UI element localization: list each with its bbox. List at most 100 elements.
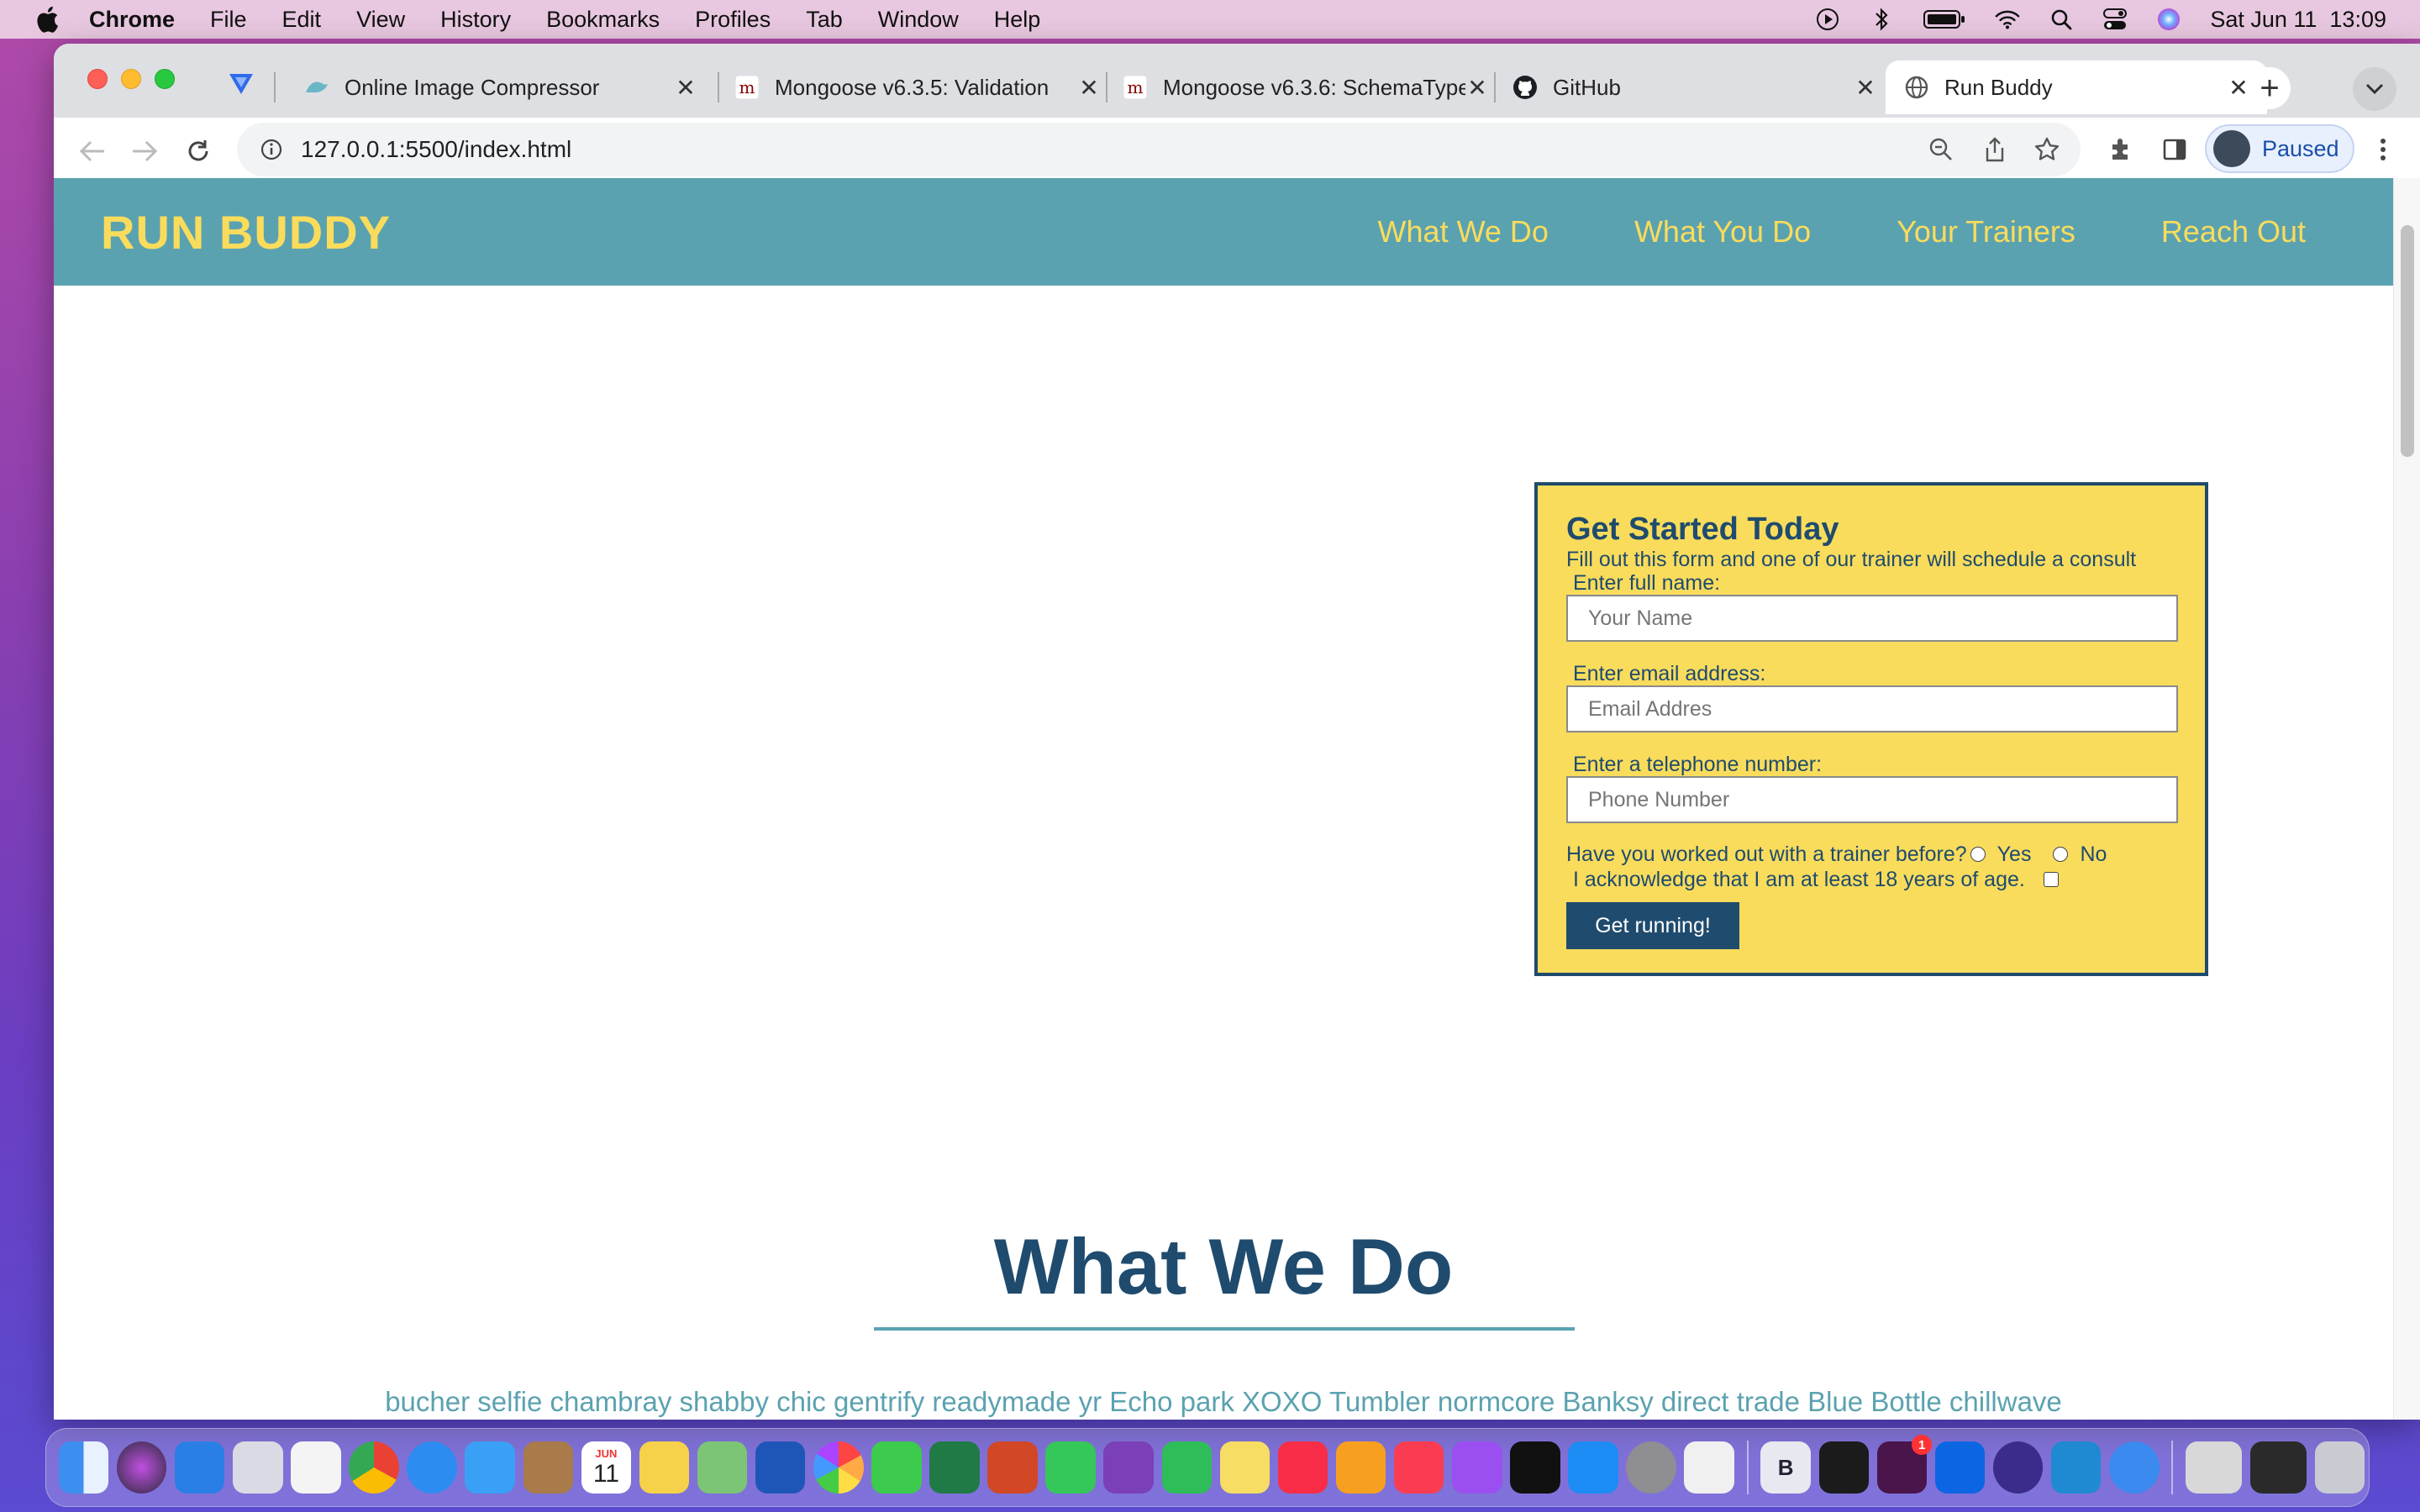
new-tab-button[interactable]: + — [2249, 67, 2291, 109]
trainer-no-radio[interactable] — [2053, 847, 2069, 862]
nav-what-we-do[interactable]: What We Do — [1378, 214, 1549, 249]
menu-tab[interactable]: Tab — [806, 7, 843, 33]
close-tab-icon[interactable]: ✕ — [2227, 75, 2250, 101]
close-tab-icon[interactable]: ✕ — [1077, 75, 1101, 101]
pages-icon[interactable] — [1335, 1441, 1386, 1494]
pinned-tab-vpn-icon[interactable] — [227, 69, 255, 97]
menubar-clock[interactable]: Sat Jun 11 13:09 — [2210, 7, 2386, 33]
facetime-icon[interactable] — [1045, 1441, 1096, 1494]
nav-reach-out[interactable]: Reach Out — [2161, 214, 2306, 249]
get-running-button[interactable]: Get running! — [1566, 902, 1739, 949]
app-store-icon[interactable] — [1568, 1441, 1618, 1494]
side-panel-icon[interactable] — [2158, 133, 2191, 166]
apple-icon[interactable] — [32, 4, 62, 34]
keynote-icon[interactable] — [174, 1441, 225, 1494]
siri-dock-icon[interactable] — [116, 1441, 167, 1494]
terminal-icon[interactable] — [1818, 1441, 1870, 1494]
excel-icon[interactable] — [929, 1441, 980, 1494]
vscode-icon[interactable] — [2050, 1441, 2102, 1494]
close-window-button[interactable] — [87, 69, 108, 89]
calendar-icon[interactable]: JUN 11 — [581, 1441, 632, 1494]
tab-image-compressor[interactable]: Online Image Compressor ✕ — [294, 60, 709, 114]
menu-edit[interactable]: Edit — [282, 7, 322, 33]
menu-window[interactable]: Window — [878, 7, 959, 33]
site-brand-logo[interactable]: RUN BUDDY — [101, 205, 391, 260]
menu-bookmarks[interactable]: Bookmarks — [546, 7, 660, 33]
menu-file[interactable]: File — [210, 7, 247, 33]
window-thumbnail[interactable] — [2186, 1441, 2243, 1494]
menu-help[interactable]: Help — [994, 7, 1041, 33]
reload-icon[interactable] — [180, 133, 217, 170]
reminders-icon[interactable] — [291, 1441, 341, 1494]
spotlight-search-icon[interactable] — [2049, 7, 2074, 32]
maps-icon[interactable] — [697, 1441, 748, 1494]
share-icon[interactable] — [1980, 134, 2010, 165]
zoom-window-button[interactable] — [155, 69, 175, 89]
stickies-icon[interactable] — [1219, 1441, 1270, 1494]
age-ack-checkbox[interactable] — [2043, 872, 2059, 887]
window-thumbnail[interactable] — [2249, 1441, 2307, 1494]
menu-view[interactable]: View — [356, 7, 405, 33]
safari-icon[interactable] — [407, 1441, 457, 1494]
trash-icon[interactable] — [2314, 1441, 2365, 1494]
slack-icon[interactable]: 1 — [1876, 1435, 1933, 1494]
mail-icon[interactable] — [465, 1441, 515, 1494]
extensions-icon[interactable] — [2104, 133, 2138, 166]
wifi-icon[interactable] — [1995, 7, 2020, 32]
control-center-icon[interactable] — [2102, 7, 2128, 32]
scrollbar-thumb[interactable] — [2401, 225, 2414, 457]
play-icon[interactable] — [1815, 7, 1840, 32]
chrome-icon[interactable] — [349, 1441, 399, 1494]
url-text[interactable]: 127.0.0.1:5500/index.html — [301, 136, 571, 163]
tab-run-buddy[interactable]: Run Buddy ✕ — [1886, 60, 2267, 114]
close-tab-icon[interactable]: ✕ — [1465, 75, 1489, 101]
word-icon[interactable] — [755, 1441, 806, 1494]
health-icon[interactable] — [2109, 1441, 2160, 1494]
music-icon[interactable] — [1393, 1441, 1444, 1494]
onenote-icon[interactable] — [1103, 1441, 1154, 1494]
menu-profiles[interactable]: Profiles — [695, 7, 771, 33]
system-preferences-icon[interactable] — [1626, 1441, 1676, 1494]
finder-icon[interactable] — [58, 1441, 109, 1494]
email-input[interactable]: Email Addres — [1566, 685, 2178, 732]
trainer-yes-radio[interactable] — [1970, 847, 1986, 862]
numbers-icon[interactable] — [1161, 1441, 1213, 1494]
contacts-icon[interactable] — [523, 1441, 574, 1494]
podcasts-icon[interactable] — [1452, 1441, 1502, 1494]
phone-input[interactable]: Phone Number — [1566, 776, 2178, 823]
name-input[interactable]: Your Name — [1566, 595, 2178, 642]
page-scrollbar[interactable] — [2393, 178, 2420, 1420]
photos-icon[interactable] — [813, 1441, 864, 1494]
apple-tv-icon[interactable] — [1510, 1441, 1560, 1494]
nav-your-trainers[interactable]: Your Trainers — [1897, 214, 2075, 249]
menu-history[interactable]: History — [440, 7, 511, 33]
tab-mongoose-validation[interactable]: m Mongoose v6.3.5: Validation ✕ — [726, 60, 1113, 114]
address-bar[interactable]: 127.0.0.1:5500/index.html — [237, 123, 2081, 176]
tab-search-button[interactable] — [2353, 67, 2396, 111]
close-tab-icon[interactable]: ✕ — [674, 75, 697, 101]
back-arrow-icon[interactable] — [74, 133, 111, 170]
siri-icon[interactable] — [2156, 7, 2181, 32]
notes-icon[interactable] — [639, 1441, 690, 1494]
battery-icon[interactable] — [1923, 7, 1966, 32]
minimize-window-button[interactable] — [121, 69, 141, 89]
bluetooth-icon[interactable] — [1869, 7, 1894, 32]
profile-button[interactable]: Paused — [2205, 124, 2354, 173]
trello-icon[interactable] — [1934, 1441, 1986, 1494]
tab-mongoose-schematypes[interactable]: m Mongoose v6.3.6: SchemaTypes ✕ — [1114, 60, 1501, 114]
forward-arrow-icon[interactable] — [126, 133, 163, 170]
script-editor-icon[interactable] — [1684, 1441, 1734, 1494]
menu-app-name[interactable]: Chrome — [89, 7, 175, 33]
news-icon[interactable] — [1277, 1441, 1328, 1494]
nav-what-you-do[interactable]: What You Do — [1634, 214, 1811, 249]
powerpoint-icon[interactable] — [987, 1441, 1038, 1494]
messages-icon[interactable] — [871, 1441, 922, 1494]
tab-github[interactable]: GitHub ✕ — [1502, 60, 1889, 114]
chrome-menu-icon[interactable] — [2366, 133, 2400, 166]
bbedit-icon[interactable]: B — [1760, 1441, 1811, 1494]
app-icon[interactable] — [1992, 1441, 2044, 1494]
launchpad-icon[interactable] — [233, 1441, 283, 1494]
close-tab-icon[interactable]: ✕ — [1854, 75, 1877, 101]
site-info-icon[interactable] — [259, 137, 284, 162]
bookmark-star-icon[interactable] — [2032, 134, 2062, 165]
